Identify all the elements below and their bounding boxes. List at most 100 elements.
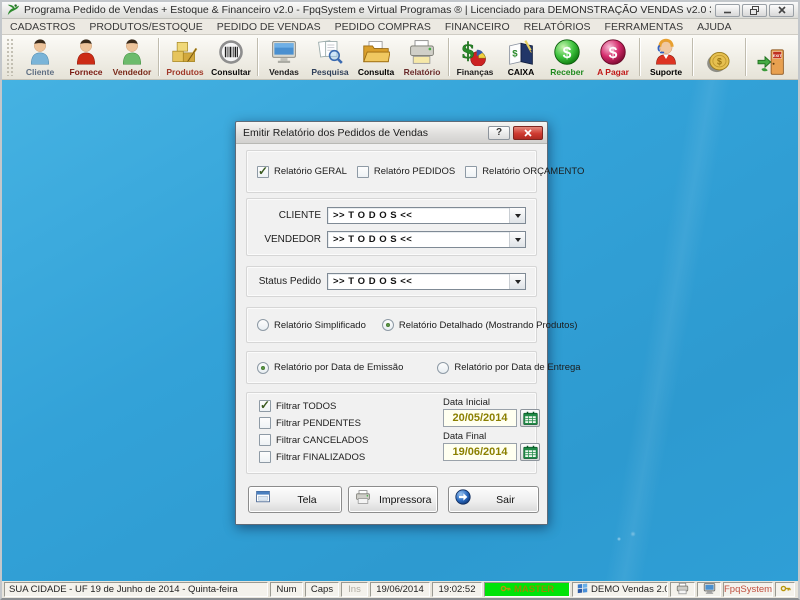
checkbox-filtrar-cancelados[interactable]: Filtrar CANCELADOS [259, 434, 368, 446]
window-title: Programa Pedido de Vendas + Estoque & Fi… [24, 4, 711, 16]
client-person-icon [26, 37, 54, 67]
pay-money-icon: $ [599, 37, 627, 67]
toolbar-button-receber[interactable]: $ Receber [544, 36, 590, 78]
toolbar-label: Cliente [26, 67, 54, 77]
toolbar-separator [639, 38, 640, 76]
radio-relatorio-simplificado[interactable]: Relatório Simplificado [257, 319, 366, 331]
folder-icon [362, 37, 390, 67]
toolbar-button-cliente[interactable]: Cliente [17, 36, 63, 78]
radio-circle [437, 362, 449, 374]
checkbox-box [259, 434, 271, 446]
dialog-emitir-relatorio: Emitir Relatório dos Pedidos de Vendas ?… [235, 121, 548, 525]
toolbar-button-consulta[interactable]: Consulta [353, 36, 399, 78]
menu-ferramentas[interactable]: FERRAMENTAS [605, 21, 684, 33]
checkbox-filtrar-todos[interactable]: Filtrar TODOS [259, 400, 368, 412]
radio-circle [257, 362, 269, 374]
toolbar-button-a-pagar[interactable]: $ A Pagar [590, 36, 636, 78]
impressora-button[interactable]: Impressora [348, 486, 438, 513]
toolbar-label: Relatório [404, 67, 441, 77]
toolbar-button-consultar[interactable]: Consultar [208, 36, 254, 78]
radio-data-emissao[interactable]: Relatório por Data de Emissão [257, 362, 403, 374]
menu-relatorios[interactable]: RELATÓRIOS [524, 21, 591, 33]
toolbar-separator [448, 38, 449, 76]
radio-relatorio-detalhado[interactable]: Relatório Detalhado (Mostrando Produtos) [382, 319, 577, 331]
svg-text:$: $ [461, 38, 475, 63]
desktop-area: Emitir Relatório dos Pedidos de Vendas ?… [2, 80, 798, 581]
monitor-icon [270, 37, 298, 67]
checkbox-filtrar-pendentes[interactable]: Filtrar PENDENTES [259, 417, 368, 429]
toolbar-label: Fornece [69, 67, 102, 77]
dialog-close-button[interactable] [513, 126, 543, 140]
toolbar-button-caixa[interactable]: $ CAIXA [498, 36, 544, 78]
data-final-field[interactable]: 19/06/2014 [443, 443, 517, 461]
calendar-icon[interactable] [520, 443, 540, 461]
toolbar-separator [745, 38, 746, 76]
toolbar-button-vendas[interactable]: Vendas [261, 36, 307, 78]
windows-flag-icon [577, 583, 588, 597]
dialog-help-button[interactable]: ? [488, 126, 510, 140]
radio-data-entrega[interactable]: Relatório por Data de Entrega [437, 362, 580, 374]
checkbox-filtrar-finalizados[interactable]: Filtrar FINALIZADOS [259, 451, 368, 463]
printer-icon [408, 37, 436, 67]
status-computer[interactable] [697, 582, 721, 597]
menu-financeiro[interactable]: FINANCEIRO [445, 21, 510, 33]
radio-circle [257, 319, 269, 331]
group-status-pedido: Status Pedido >> T O D O S << [246, 266, 537, 297]
vendedor-select[interactable]: >> T O D O S << [327, 231, 526, 248]
sair-button[interactable]: Sair [448, 486, 539, 513]
toolbar-button-exit[interactable]: EXIT [749, 36, 795, 78]
svg-text:$: $ [609, 45, 618, 62]
vendedor-label: VENDEDOR [251, 234, 321, 245]
status-num-lock: Num [270, 582, 303, 597]
toolbar-button-relatorio[interactable]: Relatório [399, 36, 445, 78]
dialog-body: Relatório GERAL Relatóro PEDIDOS Relatór… [236, 144, 547, 524]
menu-pedido-de-vendas[interactable]: PEDIDO DE VENDAS [217, 21, 321, 33]
close-button[interactable] [769, 4, 794, 17]
toolbar-button-suporte[interactable]: Suporte [643, 36, 689, 78]
menu-pedido-compras[interactable]: PEDIDO COMPRAS [335, 21, 431, 33]
supplier-person-icon [72, 37, 100, 67]
data-inicial-field[interactable]: 20/05/2014 [443, 409, 517, 427]
checkbox-relatorio-orcamento[interactable]: Relatório ORÇAMENTO [465, 166, 584, 178]
data-inicial-label: Data Inicial [443, 397, 540, 408]
dollar-pie-chart-icon: $ [461, 37, 489, 67]
group-cliente-vendedor: CLIENTE >> T O D O S << VENDEDOR >> T O … [246, 198, 537, 256]
calendar-icon[interactable] [520, 409, 540, 427]
checkbox-relatorio-geral[interactable]: Relatório GERAL [257, 166, 347, 178]
key-icon [780, 583, 791, 597]
status-printer[interactable] [670, 582, 695, 597]
toolbar-label: Vendas [269, 67, 299, 77]
toolbar-button-financas[interactable]: $ Finanças [452, 36, 498, 78]
menu-ajuda[interactable]: AJUDA [697, 21, 731, 33]
toolbar-button-produtos[interactable]: Produtos [162, 36, 208, 78]
cliente-select[interactable]: >> T O D O S << [327, 207, 526, 224]
menu-produtos-estoque[interactable]: PRODUTOS/ESTOQUE [89, 21, 202, 33]
toolbar-button-fornecedor[interactable]: Fornece [63, 36, 109, 78]
toolbar-button-pesquisa[interactable]: Pesquisa [307, 36, 353, 78]
checkbox-relatorio-pedidos[interactable]: Relatóro PEDIDOS [357, 166, 455, 178]
status-pedido-select[interactable]: >> T O D O S << [327, 273, 526, 290]
status-time: 19:02:52 [432, 582, 482, 597]
status-app-name: DEMO Vendas 2.0 [572, 582, 668, 597]
toolbar-button-vendedor[interactable]: Vendedor [109, 36, 155, 78]
toolbar-separator [158, 38, 159, 76]
toolbar-label: Finanças [457, 67, 494, 77]
barcode-icon [217, 37, 245, 67]
checkbox-box [259, 400, 271, 412]
receive-money-icon: $ [553, 37, 581, 67]
group-report-types: Relatório GERAL Relatóro PEDIDOS Relatór… [246, 150, 537, 193]
cash-book-icon: $ [507, 37, 535, 67]
restore-button[interactable] [742, 4, 767, 17]
checkbox-box [357, 166, 369, 178]
dialog-title-bar: Emitir Relatório dos Pedidos de Vendas ? [236, 122, 547, 144]
toolbar-label: A Pagar [597, 67, 629, 77]
cliente-label: CLIENTE [251, 210, 321, 221]
svg-text:EXIT: EXIT [773, 53, 782, 58]
menu-bar: CADASTROS PRODUTOS/ESTOQUE PEDIDO DE VEN… [2, 19, 798, 35]
toolbar-button-coin[interactable]: $ [696, 36, 742, 78]
tela-button[interactable]: Tela [248, 486, 342, 513]
menu-cadastros[interactable]: CADASTROS [10, 21, 75, 33]
svg-text:$: $ [717, 57, 722, 67]
minimize-button[interactable] [715, 4, 740, 17]
status-brand: FpqSystem [723, 582, 773, 597]
